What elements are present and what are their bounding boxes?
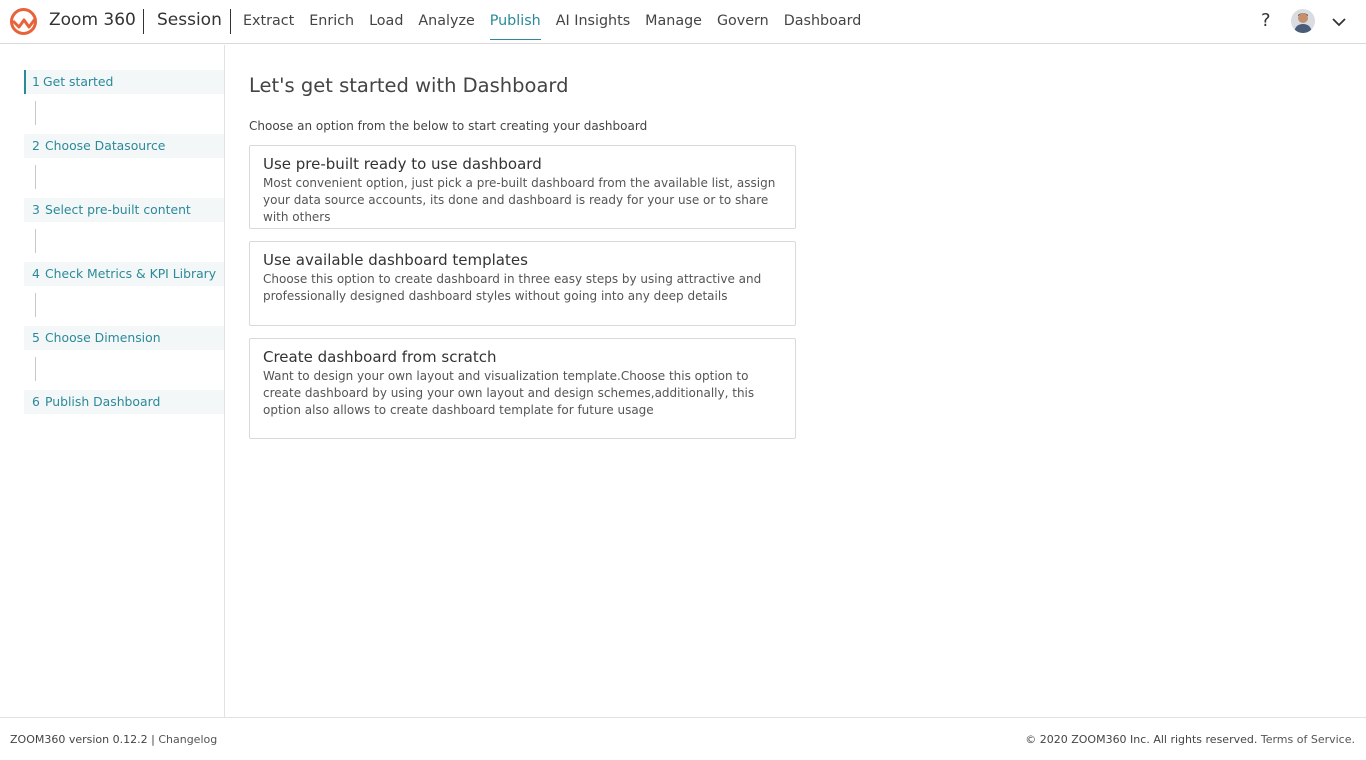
- page-title: Let's get started with Dashboard: [249, 74, 569, 97]
- option-create-from-scratch[interactable]: Create dashboard from scratch Want to de…: [249, 338, 796, 439]
- nav-govern[interactable]: Govern: [717, 0, 769, 40]
- step-connector: [35, 165, 36, 189]
- wizard-stepper: 1 Get started 2 Choose Datasource 3 Select …: [0, 45, 225, 717]
- step-number: 3: [32, 202, 40, 217]
- footer-version-info: ZOOM360 version 0.12.2 | Changelog: [10, 733, 217, 746]
- brand-name[interactable]: Zoom 360: [49, 10, 136, 30]
- step-choose-datasource[interactable]: 2 Choose Datasource: [24, 134, 224, 158]
- user-avatar[interactable]: [1291, 9, 1315, 33]
- nav-load[interactable]: Load: [369, 0, 403, 40]
- page-subtitle: Choose an option from the below to start…: [249, 119, 648, 133]
- nav-extract[interactable]: Extract: [243, 0, 294, 40]
- step-get-started[interactable]: 1 Get started: [24, 70, 224, 94]
- step-number: 5: [32, 330, 40, 345]
- step-connector: [35, 229, 36, 253]
- step-connector: [35, 293, 36, 317]
- option-description: Most convenient option, just pick a pre-…: [263, 176, 776, 224]
- nav-ai-insights[interactable]: AI Insights: [556, 0, 630, 40]
- step-check-metrics-kpi[interactable]: 4 Check Metrics & KPI Library: [24, 262, 224, 286]
- terms-of-service-link[interactable]: Terms of Service.: [1261, 733, 1355, 746]
- nav-enrich[interactable]: Enrich: [309, 0, 354, 40]
- step-number: 6: [32, 394, 40, 409]
- changelog-link[interactable]: Changelog: [158, 733, 217, 746]
- step-number: 4: [32, 266, 40, 281]
- step-connector: [35, 357, 36, 381]
- top-navigation-bar: Zoom 360 Session Extract Enrich Load Ana…: [0, 0, 1366, 44]
- step-label: Publish Dashboard: [45, 394, 161, 409]
- step-select-prebuilt-content[interactable]: 3 Select pre-built content: [24, 198, 224, 222]
- option-title: Create dashboard from scratch: [263, 348, 497, 366]
- nav-manage[interactable]: Manage: [645, 0, 702, 40]
- footer: ZOOM360 version 0.12.2 | Changelog © 202…: [0, 717, 1366, 760]
- nav-analyze[interactable]: Analyze: [418, 0, 474, 40]
- zoom360-logo-icon[interactable]: [9, 7, 38, 36]
- step-label: Choose Datasource: [45, 138, 166, 153]
- step-number: 2: [32, 138, 40, 153]
- step-label: Get started: [43, 74, 114, 89]
- option-title: Use available dashboard templates: [263, 251, 528, 269]
- header-divider: [143, 9, 144, 34]
- help-button[interactable]: ?: [1261, 10, 1271, 31]
- step-connector: [35, 101, 36, 125]
- option-title: Use pre-built ready to use dashboard: [263, 155, 542, 173]
- option-prebuilt-dashboard[interactable]: Use pre-built ready to use dashboard Mos…: [249, 145, 796, 229]
- option-description: Want to design your own layout and visua…: [263, 369, 755, 417]
- step-label: Select pre-built content: [45, 202, 191, 217]
- step-label: Choose Dimension: [45, 330, 161, 345]
- chevron-down-icon[interactable]: [1331, 15, 1347, 29]
- option-description: Choose this option to create dashboard i…: [263, 272, 762, 303]
- session-label[interactable]: Session: [157, 10, 222, 30]
- footer-copyright: © 2020 ZOOM360 Inc. All rights reserved.…: [1025, 733, 1355, 746]
- step-publish-dashboard[interactable]: 6 Publish Dashboard: [24, 390, 224, 414]
- nav-dashboard[interactable]: Dashboard: [784, 0, 862, 40]
- step-number: 1: [32, 74, 40, 89]
- main-nav: Extract Enrich Load Analyze Publish AI I…: [243, 0, 876, 44]
- nav-publish[interactable]: Publish: [489, 0, 541, 40]
- version-text: ZOOM360 version 0.12.2: [10, 733, 148, 746]
- footer-divider: |: [151, 733, 155, 746]
- option-dashboard-templates[interactable]: Use available dashboard templates Choose…: [249, 241, 796, 326]
- copyright-text: © 2020 ZOOM360 Inc. All rights reserved.: [1025, 733, 1258, 746]
- step-choose-dimension[interactable]: 5 Choose Dimension: [24, 326, 224, 350]
- step-label: Check Metrics & KPI Library: [45, 266, 217, 281]
- header-divider: [230, 9, 231, 34]
